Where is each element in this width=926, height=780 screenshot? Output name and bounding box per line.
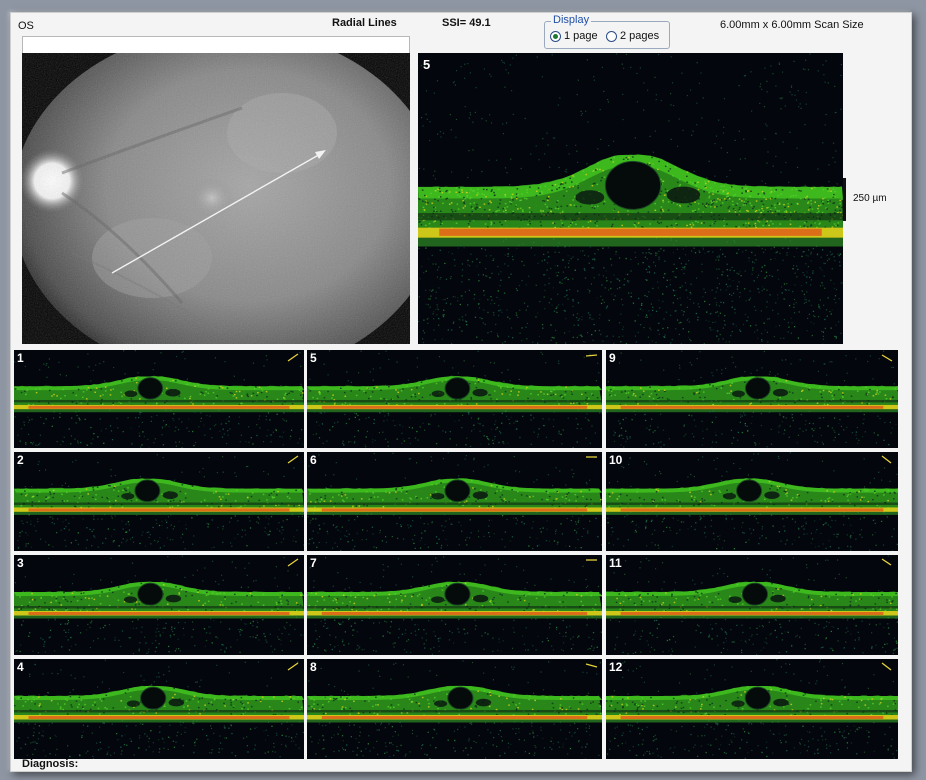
bscan-thumbnail-svg	[606, 555, 898, 655]
bscan-thumbnail-svg	[14, 350, 304, 448]
display-option-label: 1 page	[564, 30, 598, 42]
scan-direction-arrow-icon	[287, 455, 299, 464]
bscan-thumbnail-svg	[606, 350, 898, 448]
bscan-thumbnail-svg	[606, 452, 898, 551]
scan-direction-arrow-icon	[586, 559, 597, 561]
scan-direction-arrow-icon	[287, 353, 299, 362]
bscan-thumbnail[interactable]: 2	[14, 452, 304, 551]
bscan-thumbnail[interactable]: 9	[606, 350, 898, 448]
bscan-thumbnail-svg	[14, 555, 304, 655]
scan-size-label: 6.00mm x 6.00mm Scan Size	[720, 19, 864, 31]
bscan-thumbnail-svg	[606, 659, 898, 759]
bscan-thumbnail[interactable]: 1	[14, 350, 304, 448]
scan-direction-arrow-icon	[585, 354, 598, 357]
display-option-1-page[interactable]: 1 page	[550, 29, 598, 43]
eye-label: OS	[18, 20, 34, 32]
thumbnail-scan-number: 2	[17, 453, 24, 467]
bscan-thumbnail[interactable]: 6	[307, 452, 602, 551]
bscan-thumbnail-svg	[307, 452, 602, 551]
bscan-thumbnail[interactable]: 4	[14, 659, 304, 759]
radio-unchecked-icon[interactable]	[606, 30, 617, 42]
scan-direction-arrow-icon	[287, 558, 299, 567]
thumbnail-scan-number: 11	[609, 556, 622, 570]
display-option-label: 2 pages	[620, 30, 660, 42]
display-group-title: Display	[551, 14, 592, 26]
diagnosis-label: Diagnosis:	[22, 758, 79, 770]
main-bscan-image[interactable]: 5	[418, 53, 843, 344]
thumbnail-scan-number: 5	[310, 351, 317, 365]
fundus-image[interactable]	[22, 53, 410, 344]
thumbnail-scan-number: 7	[310, 556, 317, 570]
thumbnail-scan-number: 4	[17, 660, 24, 674]
thumbnail-scan-number: 1	[17, 351, 24, 365]
main-scan-number: 5	[423, 57, 431, 72]
scan-direction-arrow-icon	[881, 455, 892, 464]
image-toolbar	[22, 36, 410, 54]
bscan-thumbnail-svg	[14, 659, 304, 759]
bscan-thumbnail-svg	[307, 350, 602, 448]
thumbnail-scan-number: 12	[609, 660, 623, 674]
bscan-thumbnail[interactable]: 5	[307, 350, 602, 448]
thumbnail-scan-number: 9	[609, 351, 616, 365]
fundus-svg	[22, 53, 410, 344]
scan-direction-arrow-icon	[287, 662, 299, 671]
main-bscan-svg	[418, 53, 843, 344]
scan-direction-arrow-icon	[881, 354, 893, 362]
thumbnail-scan-number: 8	[310, 660, 317, 674]
thumbnail-scan-number: 10	[609, 453, 623, 467]
thumbnail-scan-number: 6	[310, 453, 317, 467]
bscan-thumbnail[interactable]: 12	[606, 659, 898, 759]
scan-direction-arrow-icon	[881, 662, 892, 671]
display-option-2-pages[interactable]: 2 pages	[606, 29, 659, 43]
bscan-thumbnail[interactable]: 7	[307, 555, 602, 655]
scan-mode-label: Radial Lines	[332, 17, 397, 29]
bscan-thumbnail[interactable]: 11	[606, 555, 898, 655]
scan-direction-arrow-icon	[881, 558, 892, 566]
ssi-label: SSI= 49.1	[442, 17, 491, 29]
scale-bar-label: 250 µm	[853, 193, 887, 204]
bscan-thumbnail-svg	[14, 452, 304, 551]
scan-direction-arrow-icon	[585, 663, 598, 668]
scan-direction-arrow-icon	[586, 456, 597, 458]
scale-bar	[843, 178, 846, 221]
radio-checked-icon[interactable]	[550, 30, 561, 42]
bscan-thumbnail-svg	[307, 659, 602, 759]
bscan-thumbnail[interactable]: 10	[606, 452, 898, 551]
bscan-thumbnail[interactable]: 3	[14, 555, 304, 655]
thumbnail-scan-number: 3	[17, 556, 24, 570]
bscan-thumbnail[interactable]: 8	[307, 659, 602, 759]
bscan-thumbnail-svg	[307, 555, 602, 655]
